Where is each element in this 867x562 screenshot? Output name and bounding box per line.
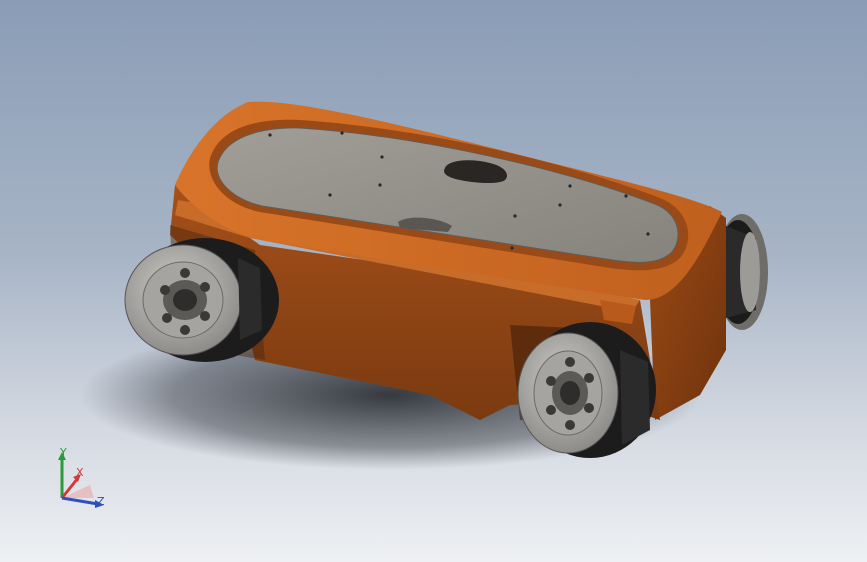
triad-axes [58,452,104,508]
front-left-wheel[interactable] [124,238,279,362]
triad-z-label: Z [97,495,105,508]
triad-y-label: Y [60,446,67,459]
graphics-viewport[interactable]: Y X Z [0,0,867,562]
triad-x-label: X [76,466,84,479]
3d-model-scene[interactable] [0,0,867,562]
z-axis-arrow [61,496,99,506]
view-orientation-triad: Y X Z [40,440,120,520]
